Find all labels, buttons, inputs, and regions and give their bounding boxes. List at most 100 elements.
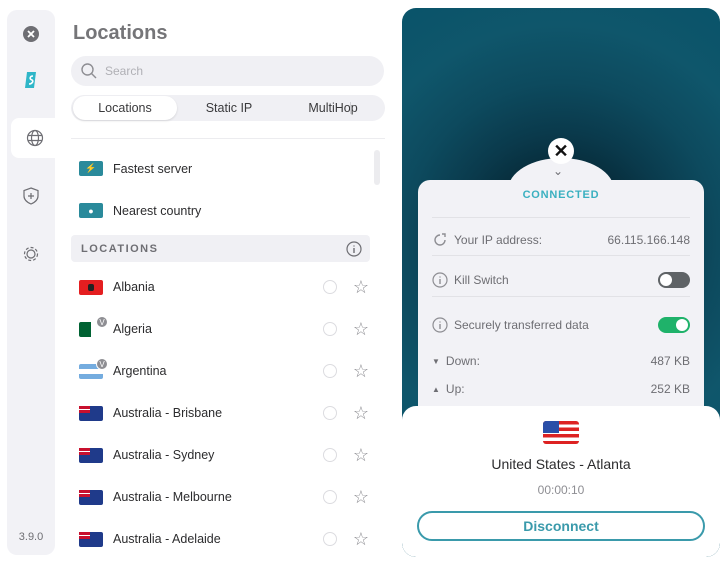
location-name: Algeria (113, 322, 152, 336)
kill-switch-toggle[interactable] (658, 272, 690, 288)
location-tabs: Locations Static IP MultiHop (71, 95, 385, 121)
up-arrow-icon: ▲ (432, 384, 440, 394)
favorite-star-icon[interactable]: ☆ (353, 488, 369, 506)
location-row[interactable]: V Argentina ☆ (79, 357, 369, 381)
nearest-country-item[interactable]: ● Nearest country (79, 203, 201, 218)
location-row[interactable]: Australia - Sydney ☆ (79, 445, 369, 465)
down-row: ▼ Down: 487 KB (432, 354, 690, 368)
server-load-icon (322, 490, 337, 504)
sidebar-item-features[interactable] (7, 176, 55, 216)
kill-switch-label: Kill Switch (454, 273, 509, 287)
connection-summary: United States - Atlanta 00:00:10 Disconn… (402, 406, 720, 557)
server-load-icon (322, 280, 337, 294)
sidebar-item-locations[interactable] (11, 118, 59, 158)
close-icon: ✕ (553, 140, 569, 161)
kill-switch-row: Kill Switch (432, 272, 690, 288)
list-scrollbar[interactable] (374, 150, 380, 185)
flag-australia-icon (79, 447, 103, 463)
search-placeholder: Search (105, 64, 144, 78)
tab-separator (350, 102, 351, 114)
up-label: Up: (445, 382, 465, 396)
favorite-star-icon[interactable]: ☆ (353, 446, 369, 464)
divider (432, 217, 690, 218)
surfshark-logo-icon (25, 72, 36, 88)
locations-section-header: LOCATIONS (71, 235, 370, 262)
fastest-server-label: Fastest server (113, 161, 193, 176)
refresh-ip-icon[interactable] (432, 232, 448, 248)
fastest-server-item[interactable]: ⚡ Fastest server (79, 161, 192, 176)
search-input[interactable]: Search (71, 56, 384, 86)
server-load-icon (322, 448, 337, 462)
connection-status: CONNECTED (522, 189, 600, 201)
server-load-icon (322, 532, 337, 546)
app-version: 3.9.0 (18, 531, 44, 543)
nearest-country-label: Nearest country (113, 203, 202, 218)
favorite-star-icon[interactable]: ☆ (353, 404, 369, 422)
transfer-row: Securely transferred data (432, 317, 690, 333)
pin-icon: ● (79, 203, 103, 218)
divider (432, 296, 690, 297)
sidebar-item-settings[interactable] (7, 234, 55, 274)
location-row[interactable]: Albania ☆ (79, 277, 369, 297)
virtual-badge: V (96, 357, 108, 370)
flag-united-states-icon (543, 421, 579, 444)
transfer-label: Securely transferred data (454, 318, 589, 332)
transfer-toggle[interactable] (658, 317, 690, 333)
tab-static-ip[interactable]: Static IP (177, 96, 281, 120)
down-arrow-icon: ▼ (432, 356, 440, 366)
sidebar-rail: 3.9.0 (7, 10, 62, 555)
location-name: Albania (113, 280, 155, 294)
location-row[interactable]: Australia - Adelaide ☆ (79, 529, 369, 549)
up-row: ▲ Up: 252 KB (432, 382, 690, 396)
flag-argentina-icon: V (79, 357, 108, 379)
location-name: Argentina (113, 364, 167, 378)
flag-australia-icon (79, 531, 103, 547)
gear-icon (23, 246, 39, 262)
favorite-star-icon[interactable]: ☆ (353, 320, 369, 338)
info-icon[interactable] (346, 240, 362, 257)
page-title: Locations (73, 22, 168, 44)
info-icon[interactable] (432, 272, 448, 288)
bolt-icon: ⚡ (79, 161, 103, 176)
location-name: Australia - Adelaide (113, 532, 221, 546)
connection-timer: 00:00:10 (537, 483, 585, 497)
chevron-down-icon[interactable]: ⌄ (553, 164, 563, 178)
flag-australia-icon (79, 489, 103, 505)
up-value: 252 KB (650, 382, 690, 396)
section-label: LOCATIONS (81, 242, 159, 255)
location-name: Australia - Sydney (113, 448, 215, 462)
favorite-star-icon[interactable]: ☆ (353, 362, 369, 380)
shield-plus-icon (23, 187, 39, 205)
virtual-badge: V (96, 315, 108, 328)
location-row[interactable]: V Algeria ☆ (79, 315, 369, 339)
down-value: 487 KB (650, 354, 690, 368)
connected-location: United States - Atlanta (491, 456, 631, 472)
server-load-icon (322, 364, 337, 378)
location-name: Australia - Melbourne (113, 490, 232, 504)
globe-icon (26, 129, 44, 147)
location-row[interactable]: Australia - Melbourne ☆ (79, 487, 369, 507)
down-label: Down: (445, 354, 480, 368)
divider (71, 138, 385, 139)
disconnect-button[interactable]: Disconnect (417, 511, 705, 541)
flag-albania-icon (79, 279, 103, 295)
ip-value: 66.115.166.148 (607, 233, 690, 247)
divider (432, 255, 690, 256)
connection-panel: ✕ ⌄ CONNECTED Your IP address: 66.115.16… (402, 8, 720, 557)
sidebar-close-button[interactable] (7, 14, 55, 54)
flag-australia-icon (79, 405, 103, 421)
favorite-star-icon[interactable]: ☆ (353, 278, 369, 296)
sidebar-logo[interactable] (7, 60, 55, 100)
ip-label: Your IP address: (454, 233, 543, 247)
ip-row: Your IP address: 66.115.166.148 (432, 232, 690, 248)
tab-multihop[interactable]: MultiHop (281, 96, 385, 120)
tab-locations[interactable]: Locations (73, 96, 177, 120)
flag-algeria-icon: V (79, 315, 108, 337)
location-row[interactable]: Australia - Brisbane ☆ (79, 403, 369, 423)
search-icon (81, 63, 97, 79)
info-icon[interactable] (432, 317, 448, 333)
server-load-icon (322, 406, 337, 420)
favorite-star-icon[interactable]: ☆ (353, 530, 369, 548)
collapse-close-button[interactable]: ✕ (548, 138, 574, 164)
close-icon (23, 26, 39, 42)
